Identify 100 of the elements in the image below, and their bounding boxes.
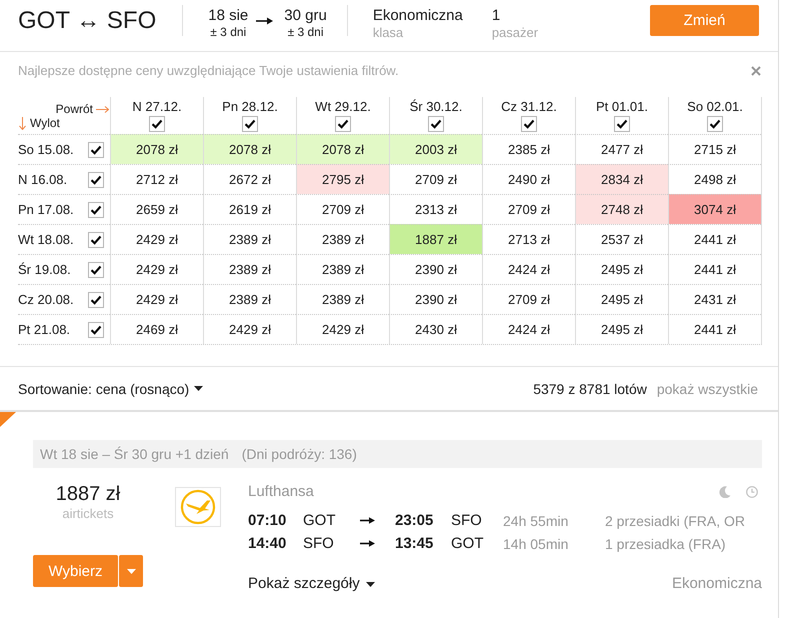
price-cell[interactable]: 2424 zł (482, 254, 575, 284)
price-cell[interactable]: 2385 zł (482, 134, 575, 164)
flight-count: 5379 z 8781 lotów (533, 380, 647, 396)
price-cell[interactable]: 2672 zł (203, 164, 296, 194)
price-cell[interactable]: 2389 zł (296, 254, 389, 284)
airport-code: SFO (451, 512, 482, 529)
price-cell[interactable]: 2424 zł (482, 314, 575, 344)
price-cell[interactable]: 2390 zł (389, 284, 482, 314)
price-cell[interactable]: 2429 zł (110, 224, 203, 254)
price-cell[interactable]: 2659 zł (110, 194, 203, 224)
passenger-count: 1 (492, 7, 502, 25)
price-cell[interactable]: 2709 zł (389, 164, 482, 194)
price-cell[interactable]: 2389 zł (203, 254, 296, 284)
price-cell[interactable]: 2537 zł (575, 224, 668, 254)
price-cell[interactable]: 2429 zł (296, 314, 389, 344)
date-flexibility: ± 3 dni (210, 25, 246, 39)
price-cell[interactable]: 2429 zł (203, 314, 296, 344)
moon-icon (719, 486, 731, 498)
checkbox[interactable] (242, 116, 258, 132)
price-cell[interactable]: 2715 zł (668, 134, 761, 164)
return-date: Pt 01.01. (596, 99, 648, 114)
flight-duration: 14h 05min (503, 536, 568, 552)
price-cell[interactable]: 2713 zł (482, 224, 575, 254)
arrow-down-icon (19, 117, 26, 130)
details-toggle[interactable]: Pokaż szczegóły (248, 575, 375, 593)
notice-text: Najlepsze dostępne ceny uwzględniające Twoje ustawienia filtrów. (18, 63, 399, 78)
caret-icon (126, 568, 136, 574)
route-title: GOT ↔ SFO (18, 6, 156, 36)
price-cell[interactable]: 2748 zł (575, 194, 668, 224)
arrow-right-icon (360, 540, 375, 547)
checkbox[interactable] (707, 116, 723, 132)
checkbox[interactable] (88, 292, 104, 308)
price-cell[interactable]: 2712 zł (110, 164, 203, 194)
price-cell[interactable]: 2003 zł (389, 134, 482, 164)
arrow-right-icon (256, 17, 274, 25)
checkbox[interactable] (88, 322, 104, 338)
price-cell[interactable]: 2429 zł (110, 284, 203, 314)
price-cell[interactable]: 2795 zł (296, 164, 389, 194)
return-date: Wt 29.12. (315, 99, 371, 114)
return-date: N 27.12. (132, 99, 182, 114)
checkbox[interactable] (88, 202, 104, 218)
price-cell[interactable]: 2490 zł (482, 164, 575, 194)
trip-dates: Wt 18 sie – Śr 30 gru +1 dzień (40, 445, 229, 464)
checkbox[interactable] (88, 142, 104, 158)
price-cell[interactable]: 2389 zł (203, 224, 296, 254)
price-cell[interactable]: 2389 zł (296, 224, 389, 254)
price-cell[interactable]: 2078 zł (203, 134, 296, 164)
price-cell[interactable]: 2389 zł (203, 284, 296, 314)
price-cell[interactable]: 2441 zł (668, 224, 761, 254)
price-cell[interactable]: 2429 zł (110, 254, 203, 284)
checkbox[interactable] (521, 116, 537, 132)
return-date: 30 gru (284, 7, 327, 25)
dropdown-button[interactable] (119, 555, 143, 587)
return-date: So 02.01. (687, 99, 743, 114)
stops-info: 2 przesiadki (FRA, OR (605, 512, 746, 528)
departure-date: Wt 18.08. (18, 232, 74, 247)
price-cell[interactable]: 2709 zł (296, 194, 389, 224)
price-cell[interactable]: 2389 zł (296, 284, 389, 314)
price-cell[interactable]: 2834 zł (575, 164, 668, 194)
price-cell[interactable]: 2495 zł (575, 284, 668, 314)
clock-icon (746, 486, 758, 498)
close-icon[interactable] (751, 66, 761, 76)
price-cell[interactable]: 2495 zł (575, 314, 668, 344)
arrow-right-icon (96, 106, 109, 112)
arrival-time: 13:45 (395, 535, 434, 552)
price-cell[interactable]: 2431 zł (668, 284, 761, 314)
passenger-label: pasażer (492, 25, 538, 40)
checkbox[interactable] (149, 116, 165, 132)
caret-icon (366, 582, 375, 586)
price-cell[interactable]: 2441 zł (668, 254, 761, 284)
price-cell[interactable]: 2078 zł (296, 134, 389, 164)
price-cell[interactable]: 1887 zł (389, 224, 482, 254)
price-cell[interactable]: 2390 zł (389, 254, 482, 284)
checkbox[interactable] (88, 262, 104, 278)
checkbox[interactable] (428, 116, 444, 132)
price-cell[interactable]: 2078 zł (110, 134, 203, 164)
airline-name: Lufthansa (248, 483, 314, 501)
departure-date: N 16.08. (18, 172, 68, 187)
price-cell[interactable]: 2709 zł (482, 194, 575, 224)
price-cell[interactable]: 2441 zł (668, 314, 761, 344)
price-cell[interactable]: 2430 zł (389, 314, 482, 344)
price-cell[interactable]: 2709 zł (482, 284, 575, 314)
date-flexibility: ± 3 dni (288, 25, 324, 39)
checkbox[interactable] (614, 116, 630, 132)
checkbox[interactable] (88, 232, 104, 248)
price-cell[interactable]: 2498 zł (668, 164, 761, 194)
return-date: Pn 28.12. (222, 99, 278, 114)
checkbox[interactable] (335, 116, 351, 132)
price-cell[interactable]: 2477 zł (575, 134, 668, 164)
price-cell[interactable]: 3074 zł (668, 194, 761, 224)
return-date: Cz 31.12. (501, 99, 557, 114)
departure-time: 07:10 (248, 512, 286, 529)
sort-dropdown[interactable]: Sortowanie: cena (rosnąco) (18, 380, 204, 396)
price-cell[interactable]: 2495 zł (575, 254, 668, 284)
checkbox[interactable] (88, 172, 104, 188)
price-cell[interactable]: 2619 zł (203, 194, 296, 224)
price-cell[interactable]: 2469 zł (110, 314, 203, 344)
price-cell[interactable]: 2313 zł (389, 194, 482, 224)
seller-name: airtickets (62, 506, 114, 522)
departure-axis-label: Wylot (30, 116, 60, 130)
